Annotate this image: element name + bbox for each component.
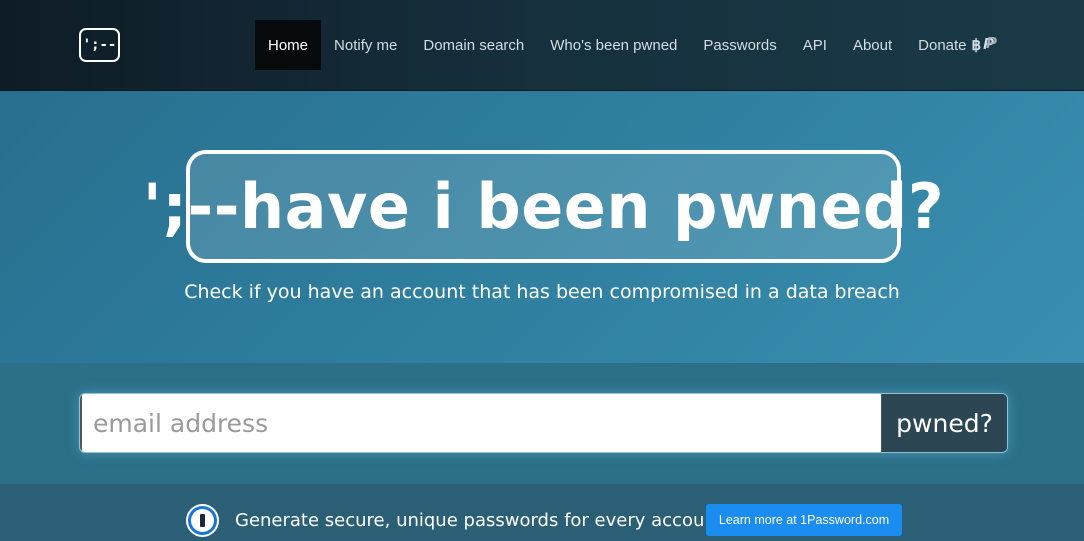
page-title: ';--have i been pwned?	[142, 170, 945, 243]
learn-more-button[interactable]: Learn more at 1Password.com	[706, 504, 902, 536]
nav-item-label: About	[852, 36, 893, 54]
promo-section: Generate secure, unique passwords for ev…	[0, 484, 1084, 541]
nav-item-donate[interactable]: Donate ฿ PP	[905, 20, 1007, 70]
nav-item-label: Passwords	[703, 36, 777, 54]
1password-icon-inner	[191, 509, 214, 532]
paypal-icon: PP	[983, 35, 997, 53]
page-subtitle: Check if you have an account that has be…	[184, 281, 900, 303]
nav-item-about[interactable]: About	[840, 20, 905, 70]
promo-text: Generate secure, unique passwords for ev…	[235, 510, 723, 531]
nav-item-api[interactable]: API	[790, 20, 840, 70]
search-form: pwned?	[79, 393, 1008, 453]
nav-item-label: Home	[268, 36, 309, 54]
email-input[interactable]	[80, 394, 881, 452]
nav-item-passwords[interactable]: Passwords	[690, 20, 789, 70]
search-section: pwned?	[0, 363, 1084, 484]
bitcoin-icon: ฿	[971, 37, 982, 54]
nav-item-label: API	[802, 36, 827, 54]
top-navbar: ';-- Home Notify me Domain search Who's …	[0, 0, 1084, 91]
title-box: ';--have i been pwned?	[143, 150, 944, 263]
hero-section: ';--have i been pwned? Check if you have…	[0, 91, 1084, 363]
1password-icon	[186, 504, 219, 537]
logo-text: ';--	[82, 37, 117, 53]
main-nav: Home Notify me Domain search Who's been …	[255, 20, 1007, 70]
1password-icon-bar	[200, 514, 205, 527]
nav-item-domain-search[interactable]: Domain search	[410, 20, 537, 70]
nav-item-whos-been-pwned[interactable]: Who's been pwned	[537, 20, 690, 70]
nav-item-label: Domain search	[423, 36, 525, 54]
nav-item-label: Donate	[918, 36, 967, 54]
nav-item-label: Notify me	[334, 36, 398, 54]
site-logo[interactable]: ';--	[79, 28, 120, 62]
pwned-button[interactable]: pwned?	[881, 394, 1007, 452]
nav-item-label: Who's been pwned	[550, 36, 678, 54]
nav-item-home[interactable]: Home	[255, 20, 322, 70]
nav-item-notify-me[interactable]: Notify me	[321, 20, 410, 70]
donate-icons: ฿ PP	[971, 35, 997, 54]
